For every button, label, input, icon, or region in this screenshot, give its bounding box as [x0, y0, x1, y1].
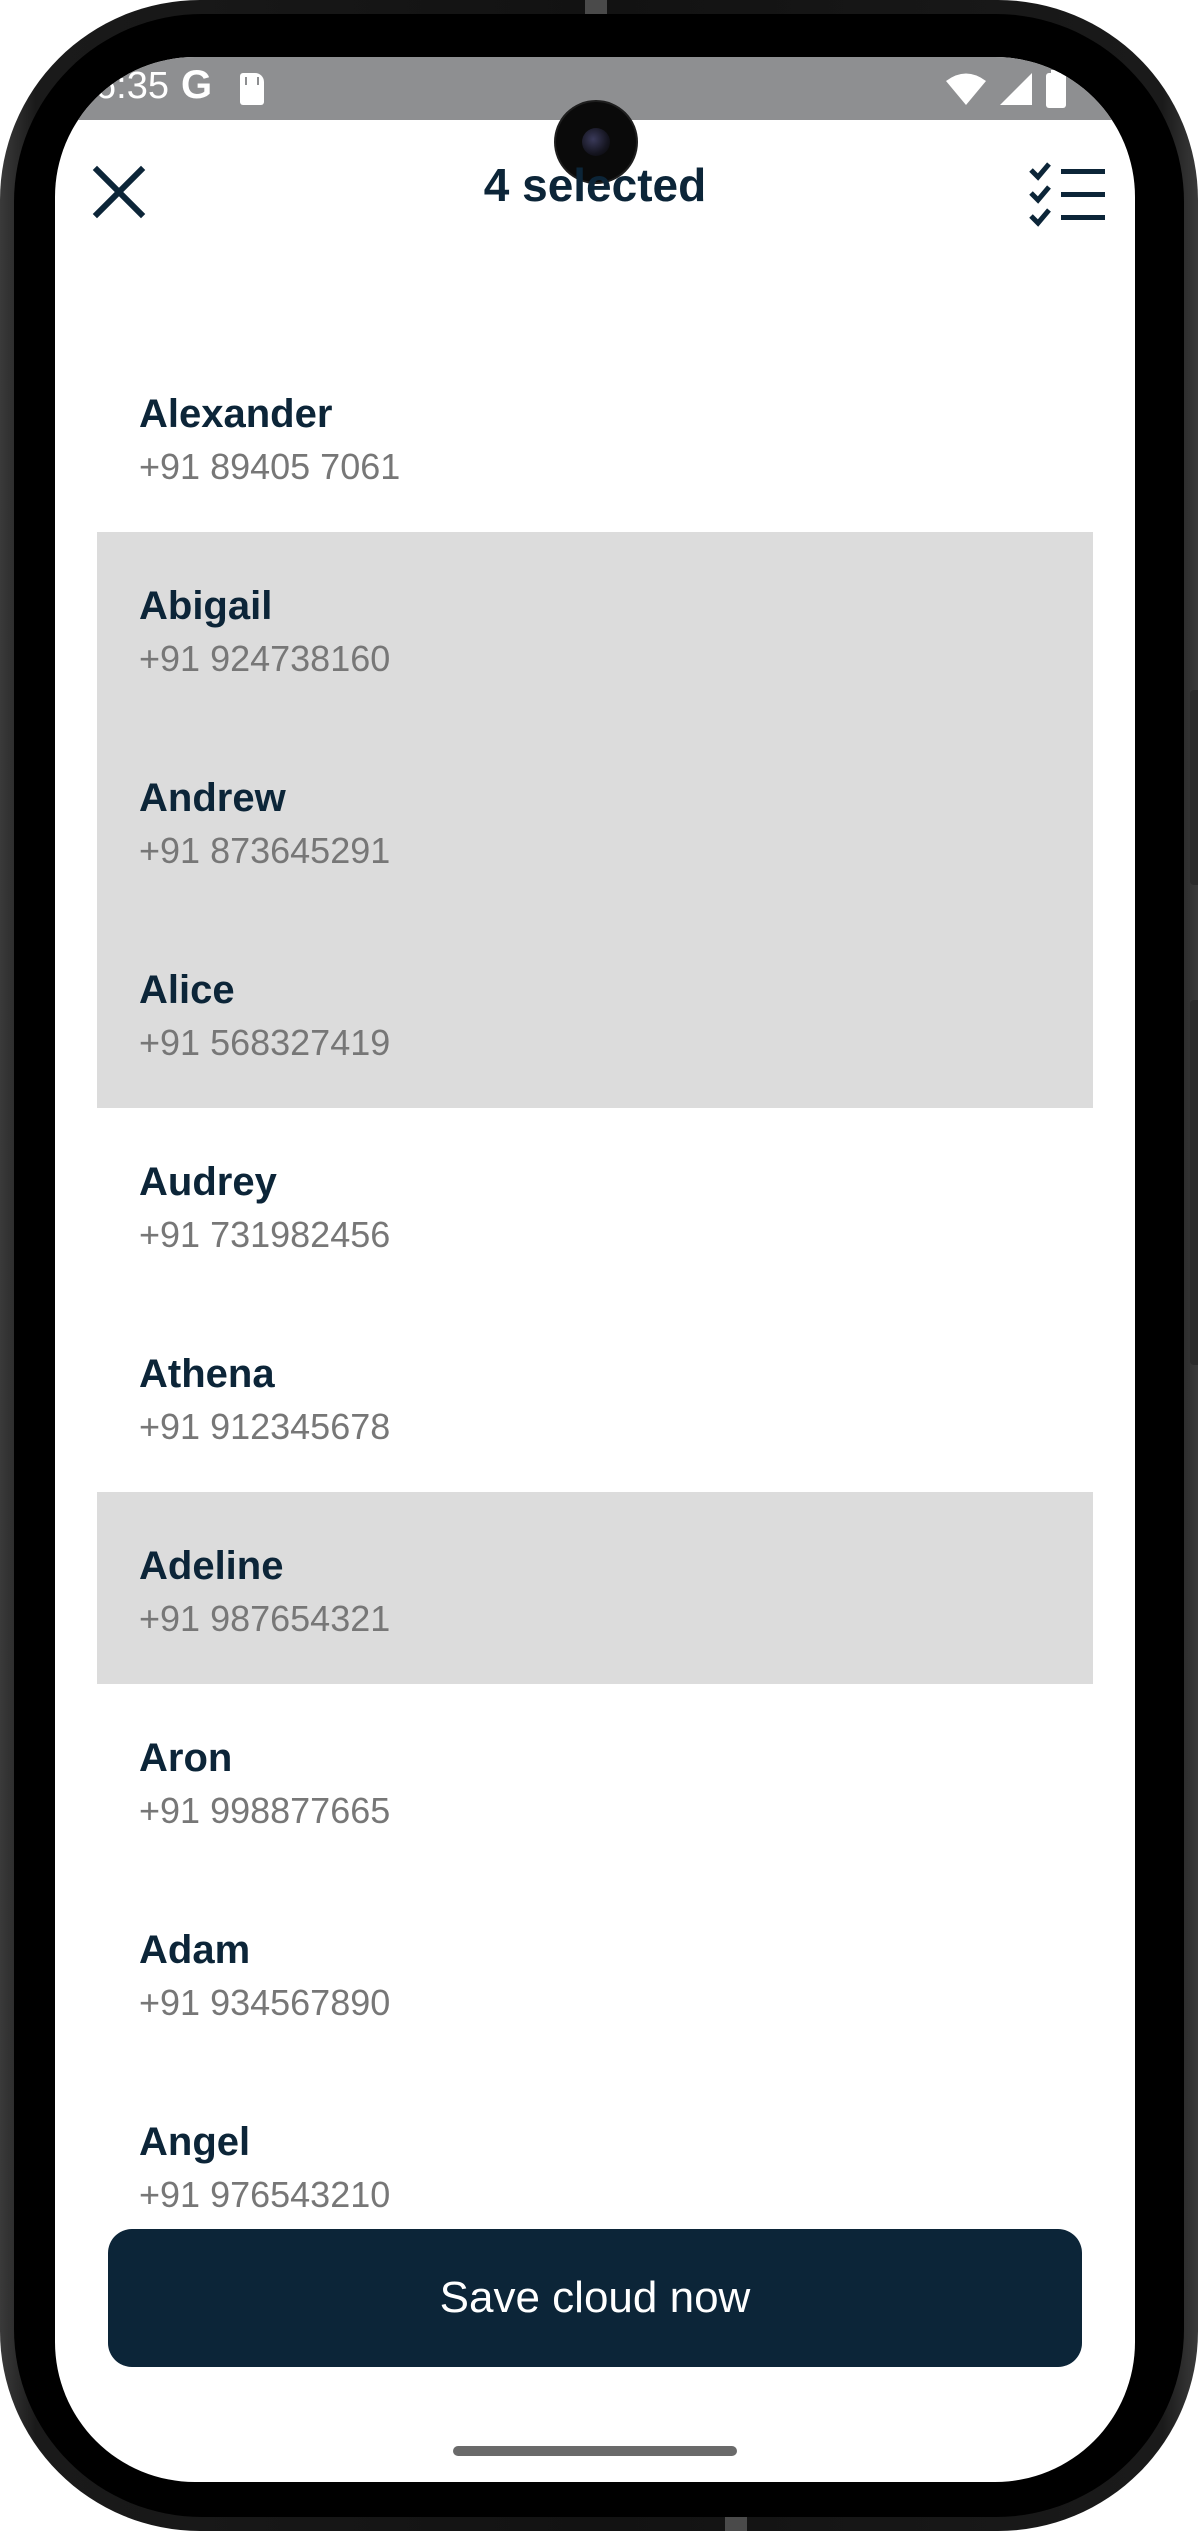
- wifi-icon: [946, 73, 986, 105]
- power-button: [1190, 690, 1198, 885]
- google-icon: G: [181, 63, 213, 107]
- contact-name: Adeline: [139, 1544, 284, 1588]
- page-title: 4 selected: [483, 159, 707, 211]
- contact-phone: +91 976543210: [139, 2174, 391, 2215]
- contact-phone: +91 912345678: [139, 1406, 391, 1447]
- contact-row[interactable]: Adam +91 934567890: [97, 1876, 1093, 2068]
- frame-antenna-line-top: [585, 0, 607, 14]
- contact-phone: +91 568327419: [139, 1022, 391, 1063]
- contact-list: Alexander +91 89405 7061 Abigail +91 924…: [97, 340, 1093, 2260]
- contact-phone: +91 89405 7061: [139, 446, 401, 487]
- contact-row[interactable]: Audrey +91 731982456: [97, 1108, 1093, 1300]
- signal-icon: [1000, 73, 1032, 105]
- contact-name: Andrew: [139, 776, 286, 820]
- phone-frame: 6:35 G 4 selected Alexander +91 89405 70…: [0, 0, 1198, 2531]
- checklist-icon: [1029, 162, 1105, 227]
- contact-phone: +91 987654321: [139, 1598, 391, 1639]
- contact-row[interactable]: Alexander +91 89405 7061: [97, 340, 1093, 532]
- select-all-button[interactable]: [1029, 162, 1107, 228]
- battery-icon: [1046, 70, 1066, 108]
- contact-phone: +91 873645291: [139, 830, 391, 871]
- save-cloud-button[interactable]: Save cloud now: [108, 2229, 1082, 2367]
- contact-name: Alice: [139, 968, 235, 1012]
- app-screen: 6:35 G 4 selected Alexander +91 89405 70…: [55, 57, 1135, 2482]
- contact-row[interactable]: Adeline +91 987654321: [97, 1492, 1093, 1684]
- status-icons: [945, 69, 1067, 109]
- contact-row[interactable]: Athena +91 912345678: [97, 1300, 1093, 1492]
- contact-phone: +91 731982456: [139, 1214, 391, 1255]
- sd-card-icon: [240, 73, 264, 105]
- contact-name: Audrey: [139, 1160, 277, 1204]
- status-time: 6:35: [95, 65, 169, 107]
- contact-phone: +91 934567890: [139, 1982, 391, 2023]
- contact-name: Athena: [139, 1352, 275, 1396]
- home-indicator[interactable]: [453, 2446, 737, 2456]
- volume-button: [1190, 1000, 1198, 1365]
- contact-name: Abigail: [139, 584, 273, 628]
- contact-name: Angel: [139, 2120, 251, 2164]
- contact-name: Adam: [139, 1928, 251, 1972]
- frame-antenna-line-bottom: [725, 2517, 747, 2531]
- contact-row[interactable]: Aron +91 998877665: [97, 1684, 1093, 1876]
- contact-name: Alexander: [139, 392, 333, 436]
- contact-phone: +91 924738160: [139, 638, 391, 679]
- contact-phone: +91 998877665: [139, 1790, 391, 1831]
- contact-row[interactable]: Abigail +91 924738160: [97, 532, 1093, 724]
- contact-row[interactable]: Alice +91 568327419: [97, 916, 1093, 1108]
- contact-row[interactable]: Andrew +91 873645291: [97, 724, 1093, 916]
- selection-header: 4 selected: [55, 120, 1135, 260]
- contact-name: Aron: [139, 1736, 233, 1780]
